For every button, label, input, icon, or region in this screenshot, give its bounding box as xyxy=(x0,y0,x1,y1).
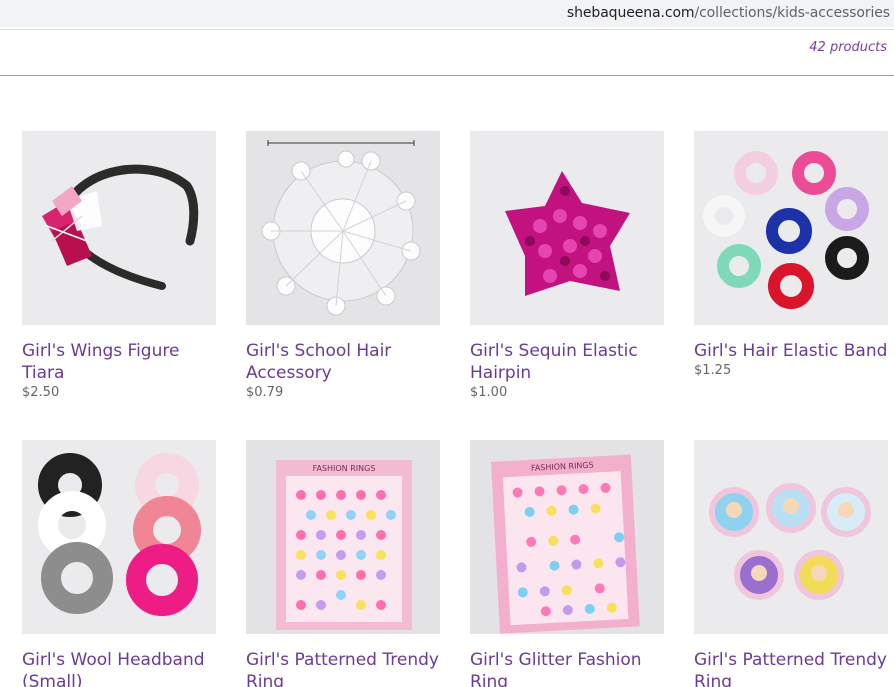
fur-headbands-image xyxy=(22,440,216,634)
product-title-link[interactable]: Girl's Glitter Fashion Ring xyxy=(470,649,664,687)
product-image-link[interactable] xyxy=(22,440,216,634)
product-card[interactable]: Girl's Wings Figure Tiara $2.50 xyxy=(22,131,216,400)
product-image-link[interactable] xyxy=(694,131,888,325)
product-card[interactable]: FASHION RINGS Girl's Glitter Fashion Rin… xyxy=(470,440,664,687)
accent-divider xyxy=(0,75,894,76)
box-label: FASHION RINGS xyxy=(313,464,376,473)
url-text[interactable]: shebaqueena.com/collections/kids-accesso… xyxy=(567,5,890,21)
product-title-link[interactable]: Girl's Hair Elastic Band xyxy=(694,340,888,362)
product-card[interactable]: Girl's School Hair Accessory $0.79 xyxy=(246,131,440,400)
product-image-link[interactable] xyxy=(470,131,664,325)
product-image-link[interactable] xyxy=(246,131,440,325)
product-title-link[interactable]: Girl's Sequin Elastic Hairpin xyxy=(470,340,664,384)
ring-box-image: FASHION RINGS xyxy=(470,440,664,634)
hair-bun-cover-image xyxy=(246,131,440,325)
product-title-link[interactable]: Girl's Wings Figure Tiara xyxy=(22,340,216,384)
product-title-link[interactable]: Girl's Patterned Trendy Ring xyxy=(694,649,888,687)
url-path: /collections/kids-accessories xyxy=(694,5,890,21)
product-card[interactable]: Girl's Hair Elastic Band $1.25 xyxy=(694,131,888,378)
product-title-link[interactable]: Girl's Patterned Trendy Ring xyxy=(246,649,440,687)
product-price: $0.79 xyxy=(246,385,284,400)
ring-box-image: FASHION RINGS xyxy=(246,440,440,634)
product-card[interactable]: Girl's Patterned Trendy Ring xyxy=(694,440,888,687)
product-card[interactable]: Girl's Sequin Elastic Hairpin $1.00 xyxy=(470,131,664,400)
product-image-link[interactable] xyxy=(694,440,888,634)
product-card[interactable]: Girl's Wool Headband (Small) xyxy=(22,440,216,687)
product-card[interactable]: FASHION RINGS Girl's Patterned Trendy Ri… xyxy=(246,440,440,687)
scrunchies-image xyxy=(694,131,888,325)
url-host: shebaqueena.com xyxy=(566,5,695,21)
product-title-link[interactable]: Girl's Wool Headband (Small) xyxy=(22,649,216,687)
browser-url-bar[interactable]: shebaqueena.com/collections/kids-accesso… xyxy=(0,0,894,27)
sequin-crown-image xyxy=(470,131,664,325)
product-price: $1.00 xyxy=(470,385,508,400)
cartoon-rings-image xyxy=(694,440,888,634)
product-image-link[interactable]: FASHION RINGS xyxy=(470,440,664,634)
product-price: $2.50 xyxy=(22,385,60,400)
collection-toolbar: 42 products xyxy=(0,30,894,76)
product-title-link[interactable]: Girl's School Hair Accessory xyxy=(246,340,440,384)
product-image-link[interactable]: FASHION RINGS xyxy=(246,440,440,634)
product-price: $1.25 xyxy=(694,363,732,378)
headband-image xyxy=(22,131,216,325)
product-count: 42 products xyxy=(809,40,887,55)
product-image-link[interactable] xyxy=(22,131,216,325)
